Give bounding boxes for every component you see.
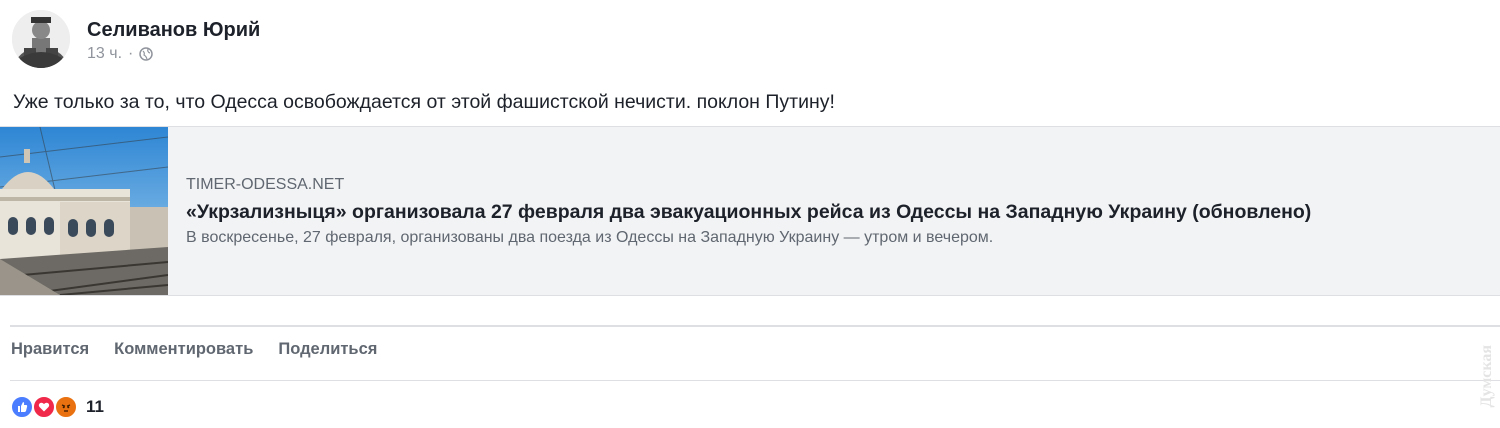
angry-reaction-icon bbox=[54, 395, 78, 419]
link-description: В воскресенье, 27 февраля, организованы … bbox=[186, 229, 994, 246]
link-preview-card[interactable]: TIMER-ODESSA.NET «Укрзализныця» организо… bbox=[0, 126, 1500, 296]
divider bbox=[10, 380, 1500, 381]
post-timestamp[interactable]: 13 ч. bbox=[87, 45, 122, 63]
post-meta: 13 ч. · bbox=[87, 45, 154, 63]
reaction-count: 11 bbox=[86, 397, 104, 416]
like-reaction-icon bbox=[10, 395, 34, 419]
link-title[interactable]: «Укрзализныця» организовала 27 февраля д… bbox=[186, 201, 1311, 224]
meta-separator: · bbox=[128, 45, 134, 62]
globe-icon[interactable] bbox=[139, 47, 154, 61]
avatar-image bbox=[12, 10, 70, 68]
post-text: Уже только за то, что Одесса освобождает… bbox=[13, 91, 835, 113]
link-domain: TIMER-ODESSA.NET bbox=[186, 176, 345, 193]
like-button[interactable]: Нравится bbox=[11, 340, 89, 359]
reactions-summary[interactable]: 11 bbox=[10, 395, 104, 419]
share-button[interactable]: Поделиться bbox=[278, 340, 377, 359]
link-preview-image[interactable] bbox=[0, 127, 168, 295]
watermark: Думская bbox=[1478, 345, 1495, 408]
divider bbox=[10, 325, 1500, 327]
action-bar: Нравится Комментировать Поделиться bbox=[11, 340, 377, 359]
avatar[interactable] bbox=[12, 10, 70, 68]
author-name[interactable]: Селиванов Юрий bbox=[87, 19, 260, 42]
comment-button[interactable]: Комментировать bbox=[114, 340, 253, 359]
love-reaction-icon bbox=[32, 395, 56, 419]
